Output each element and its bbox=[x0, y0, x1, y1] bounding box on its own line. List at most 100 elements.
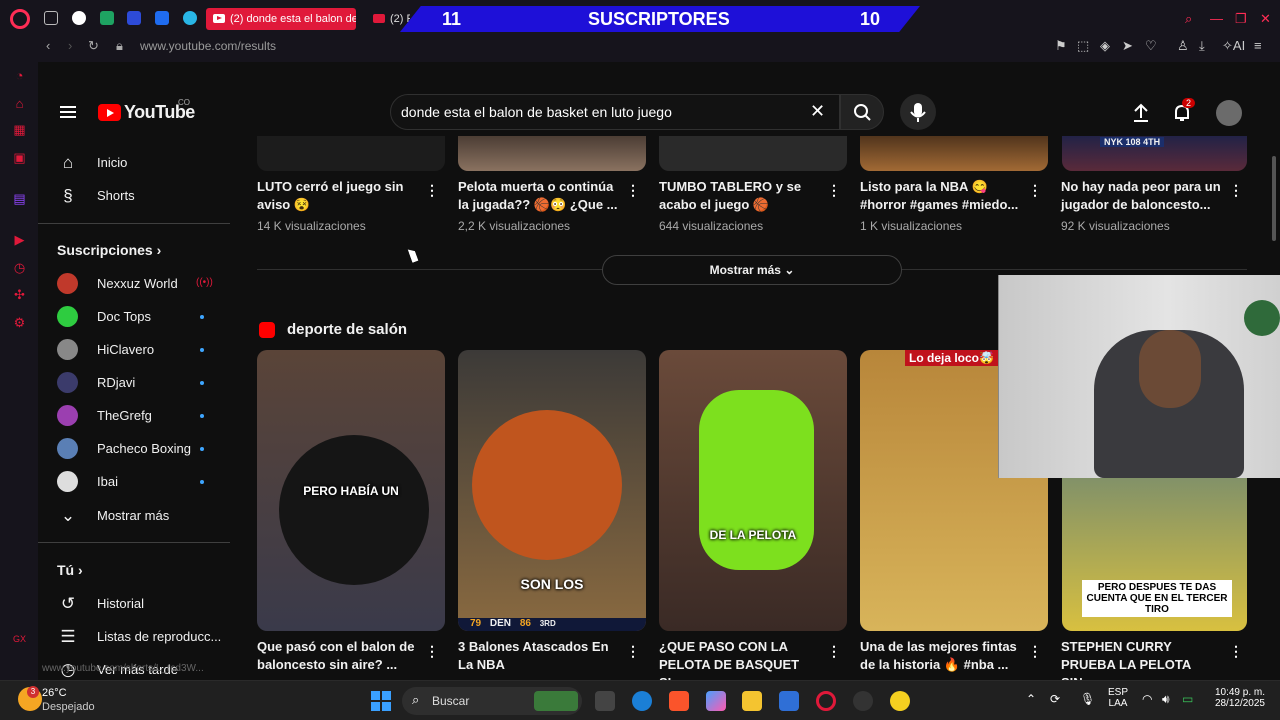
heart-icon[interactable]: ♡ bbox=[1145, 38, 1157, 54]
short-title[interactable]: Una de las mejores fintas de la historia… bbox=[860, 638, 1025, 674]
pinned-tab-icon[interactable] bbox=[72, 11, 86, 25]
menu-icon[interactable]: ≡ bbox=[1254, 38, 1262, 53]
more-options-icon[interactable]: ⋮ bbox=[425, 182, 439, 199]
more-options-icon[interactable]: ⋮ bbox=[1028, 643, 1042, 660]
nav-item-listas[interactable]: ☰ Listas de reproducc... bbox=[38, 621, 228, 653]
opera-gx-logo-icon[interactable] bbox=[10, 9, 30, 29]
video-title[interactable]: LUTO cerró el juego sin aviso 😵 bbox=[257, 178, 422, 214]
sidebar-item-thegrefg[interactable]: TheGrefg bbox=[38, 400, 228, 432]
more-options-icon[interactable]: ⋮ bbox=[425, 643, 439, 660]
battery-icon[interactable]: ▭ bbox=[1182, 692, 1193, 706]
video-thumbnail[interactable] bbox=[659, 136, 847, 171]
short-title[interactable]: 3 Balones Atascados En La NBA bbox=[458, 638, 623, 674]
player-icon[interactable]: ▶ bbox=[12, 232, 27, 247]
task-view-icon[interactable] bbox=[595, 691, 615, 711]
copilot-icon[interactable] bbox=[706, 691, 726, 711]
obs-icon[interactable] bbox=[853, 691, 873, 711]
you-heading[interactable]: Tú › bbox=[57, 562, 83, 578]
outlook-icon[interactable] bbox=[779, 691, 799, 711]
upload-icon[interactable] bbox=[1130, 102, 1152, 124]
video-title[interactable]: Pelota muerta o continúa la jugada?? 🏀😳 … bbox=[458, 178, 623, 214]
nav-item-inicio[interactable]: ⌂ Inicio bbox=[38, 147, 228, 179]
youtube-logo-icon[interactable] bbox=[98, 104, 121, 121]
video-thumbnail[interactable] bbox=[257, 136, 445, 171]
clear-search-icon[interactable]: ✕ bbox=[810, 101, 825, 122]
account-avatar[interactable] bbox=[1216, 100, 1242, 126]
profile-icon[interactable]: ♙ bbox=[1177, 38, 1189, 54]
sidebar-item-rdjavi[interactable]: RDjavi bbox=[38, 367, 228, 399]
ai-icon[interactable]: ✧AI bbox=[1222, 38, 1245, 54]
windows-start-icon[interactable] bbox=[371, 691, 391, 711]
messenger-icon[interactable]: ▣ bbox=[12, 150, 27, 165]
taskbar-search[interactable]: ⌕ Buscar bbox=[402, 687, 582, 715]
notifications-button[interactable]: 2 bbox=[1171, 98, 1196, 124]
voice-search-button[interactable] bbox=[900, 94, 936, 130]
tab-youtube-search[interactable]: (2) donde esta el balon de bbox=[206, 8, 356, 30]
pinned-tab-icon[interactable] bbox=[100, 11, 114, 25]
sidebar-item-pacheco-boxing[interactable]: Pacheco Boxing bbox=[38, 433, 228, 465]
controller-icon[interactable]: ▦ bbox=[12, 122, 27, 137]
url-text[interactable]: www.youtube.com/results bbox=[140, 39, 276, 53]
short-title[interactable]: STEPHEN CURRY PRUEBA LA PELOTA SIN... bbox=[1061, 638, 1226, 680]
volume-icon[interactable]: 🔊︎ bbox=[1162, 692, 1170, 707]
search-input[interactable]: donde esta el balon de basket en luto ju… bbox=[390, 94, 840, 130]
tray-sync-icon[interactable]: ⟳ bbox=[1050, 692, 1060, 706]
video-thumbnail[interactable]: NYK 108 4TH bbox=[1062, 136, 1247, 171]
clock[interactable]: 10:49 p. m. 28/12/2025 bbox=[1207, 687, 1265, 709]
bookmark-icon[interactable]: ⚑ bbox=[1055, 38, 1067, 54]
weather-temp[interactable]: 26°C bbox=[42, 687, 67, 699]
subscriptions-heading[interactable]: Suscripciones › bbox=[57, 242, 161, 258]
short-title[interactable]: ¿QUE PASO CON LA PELOTA DE BASQUET SI... bbox=[659, 638, 824, 680]
history-sidebar-icon[interactable]: ◷ bbox=[12, 260, 27, 275]
more-options-icon[interactable]: ⋮ bbox=[1229, 182, 1243, 199]
settings-icon[interactable]: ⚙ bbox=[12, 315, 27, 330]
search-tabs-icon[interactable]: ⌕ bbox=[1185, 11, 1192, 27]
more-options-icon[interactable]: ⋮ bbox=[1028, 182, 1042, 199]
video-title[interactable]: Listo para la NBA 😋 #horror #games #mied… bbox=[860, 178, 1025, 214]
reload-icon[interactable]: ↻ bbox=[88, 38, 99, 54]
more-options-icon[interactable]: ⋮ bbox=[626, 182, 640, 199]
nav-item-shorts[interactable]: § Shorts bbox=[38, 180, 228, 212]
back-icon[interactable]: ‹ bbox=[46, 38, 50, 53]
adblock-icon[interactable]: ◈ bbox=[1100, 38, 1110, 54]
shop-icon[interactable]: ⌂ bbox=[12, 96, 27, 111]
video-thumbnail[interactable] bbox=[458, 136, 646, 171]
search-button[interactable] bbox=[840, 94, 884, 130]
pinned-tab-icon[interactable] bbox=[183, 11, 197, 25]
more-options-icon[interactable]: ⋮ bbox=[1229, 643, 1243, 660]
emoji-app-icon[interactable] bbox=[890, 691, 910, 711]
show-more-button[interactable]: Mostrar más ⌄ bbox=[602, 255, 902, 285]
download-icon[interactable]: ⤓ bbox=[1199, 38, 1205, 54]
short-title[interactable]: Que pasó con el balon de baloncesto sin … bbox=[257, 638, 422, 674]
edge-icon[interactable] bbox=[632, 691, 652, 711]
video-title[interactable]: No hay nada peor para un jugador de balo… bbox=[1061, 178, 1226, 214]
extensions-icon[interactable]: ✣ bbox=[12, 287, 27, 302]
short-thumbnail[interactable]: DE LA PELOTA bbox=[659, 350, 847, 631]
twitch-icon[interactable]: ▤ bbox=[12, 191, 27, 206]
forward-icon[interactable]: › bbox=[68, 38, 72, 53]
pinned-tab-icon[interactable] bbox=[44, 11, 58, 25]
pinned-tab-icon[interactable] bbox=[127, 11, 141, 25]
opera-gx-icon[interactable] bbox=[816, 691, 836, 711]
tray-mic-icon[interactable]: 🎙︎ bbox=[1080, 692, 1095, 706]
gx-corner-icon[interactable]: GX bbox=[12, 632, 27, 647]
sidebar-item-nexxuz-world[interactable]: Nexxuz World ((•)) bbox=[38, 268, 228, 300]
more-options-icon[interactable]: ⋮ bbox=[626, 643, 640, 660]
video-title[interactable]: TUMBO TABLERO y se acabo el juego 🏀 bbox=[659, 178, 824, 214]
nav-item-historial[interactable]: ↺ Historial bbox=[38, 588, 228, 620]
snapshot-icon[interactable]: ⬚ bbox=[1077, 38, 1089, 54]
file-explorer-icon[interactable] bbox=[742, 691, 762, 711]
short-thumbnail[interactable]: PERO HABÍA UN bbox=[257, 350, 445, 631]
video-thumbnail[interactable] bbox=[860, 136, 1048, 171]
tray-chevron-up-icon[interactable]: ⌃ bbox=[1026, 692, 1036, 706]
more-options-icon[interactable]: ⋮ bbox=[827, 643, 841, 660]
close-window-icon[interactable]: ✕ bbox=[1260, 11, 1271, 27]
brave-icon[interactable] bbox=[669, 691, 689, 711]
maximize-icon[interactable]: ❐ bbox=[1235, 11, 1247, 27]
speed-icon[interactable]: ◔ bbox=[12, 68, 27, 83]
show-more-subscriptions[interactable]: ⌄ Mostrar más bbox=[38, 500, 228, 532]
minimize-icon[interactable]: — bbox=[1210, 11, 1223, 26]
sidebar-item-doc-tops[interactable]: Doc Tops bbox=[38, 301, 228, 333]
wifi-icon[interactable]: ◠ bbox=[1142, 692, 1152, 706]
sidebar-item-ibai[interactable]: Ibai bbox=[38, 466, 228, 498]
